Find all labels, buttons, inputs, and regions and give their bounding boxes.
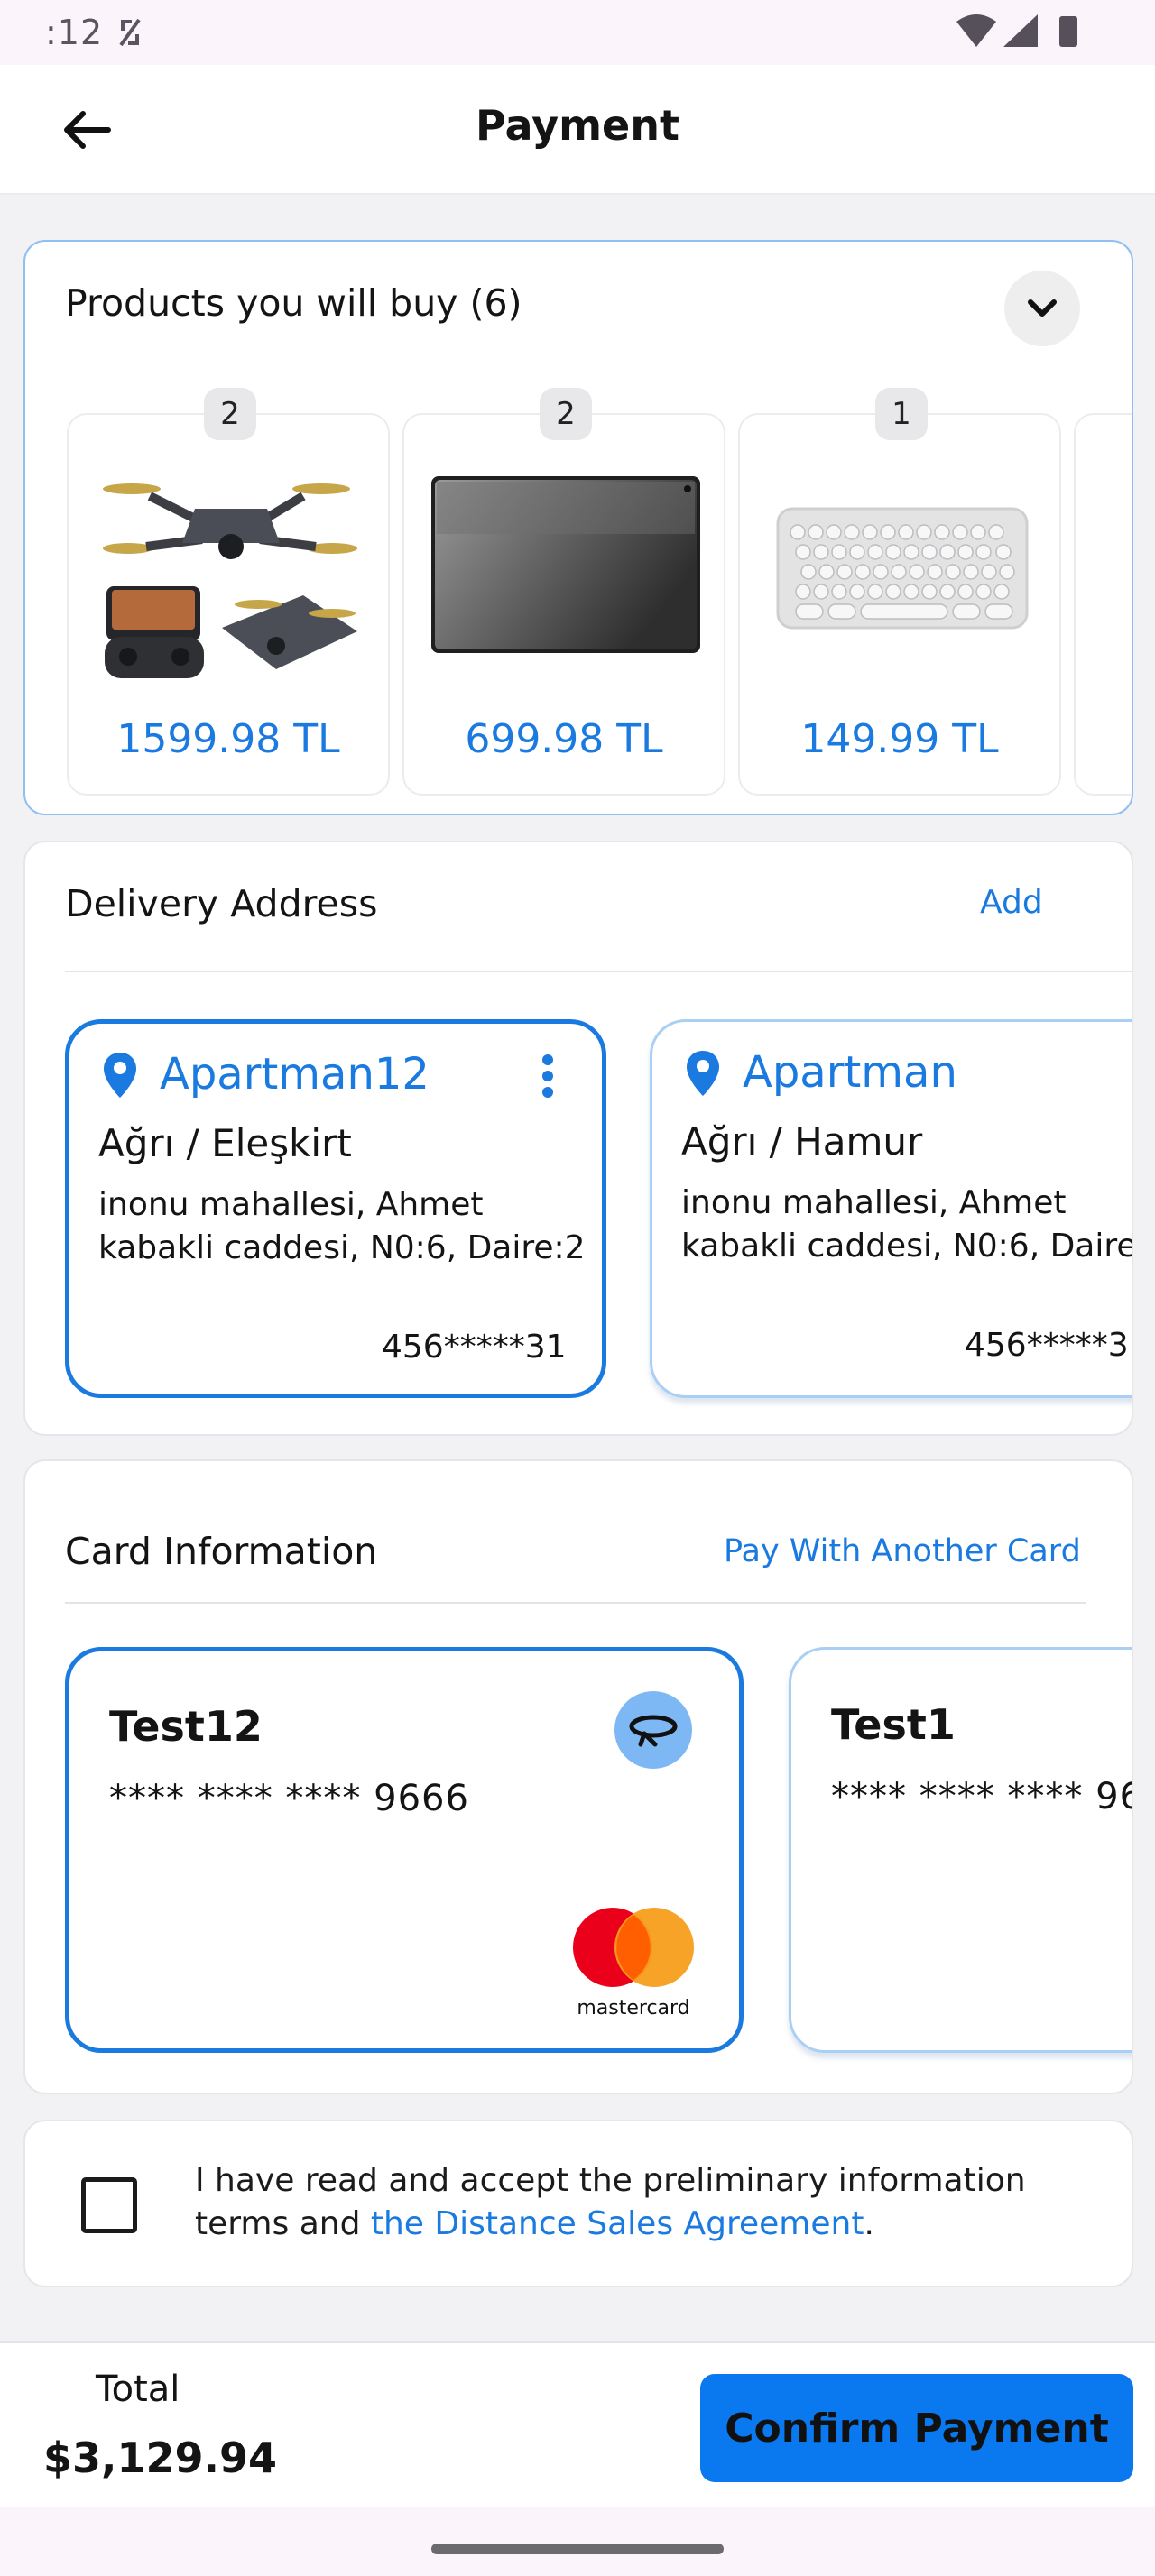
system-navigation-bar — [0, 2507, 1155, 2576]
agreement-text-after: . — [864, 2205, 874, 2242]
quantity-badge: 2 — [204, 388, 256, 440]
card-name: Test1 — [831, 1700, 956, 1749]
address-phone: 456*****31 — [382, 1329, 567, 1366]
divider — [65, 1602, 1086, 1604]
product-price: 1599.98 TL — [116, 716, 340, 762]
quantity-badge: 2 — [540, 388, 592, 440]
address-card[interactable]: Apartman Ağrı / Hamur inonu mahallesi, A… — [650, 1019, 1133, 1398]
sync-icon — [119, 18, 141, 47]
keyboard-image — [776, 507, 1029, 630]
product-card[interactable]: 2 699.98 TL — [402, 388, 725, 796]
address-name: Apartman12 — [160, 1049, 430, 1099]
product-price: 699.98 TL — [465, 716, 663, 762]
address-line-1: inonu mahallesi, Ahmet — [98, 1186, 484, 1223]
agreement-checkbox[interactable] — [81, 2177, 137, 2233]
status-time: :12 — [45, 13, 104, 52]
payment-card[interactable]: Test1 **** **** **** 9666 — [789, 1647, 1132, 2053]
delivery-title: Delivery Address — [65, 882, 378, 925]
quantity-badge: 1 — [875, 388, 928, 440]
collapse-products-button[interactable] — [1004, 271, 1080, 346]
address-line-2: kabakli caddesi, N0:6, Daire:2 — [681, 1228, 1133, 1265]
products-title: Products you will buy (6) — [65, 281, 522, 325]
delivery-address-section: Delivery Address Add Apartman12 Ağrı / E… — [23, 841, 1133, 1436]
svg-text:mastercard: mastercard — [577, 1997, 689, 2019]
address-city: Ağrı / Eleşkirt — [98, 1121, 352, 1165]
product-card[interactable]: 1 149.99 TL — [738, 388, 1061, 796]
mastercard-logo: mastercard — [573, 1908, 694, 2019]
card-number: **** **** **** 9666 — [831, 1776, 1132, 1817]
card-name: Test12 — [109, 1702, 263, 1751]
pay-with-another-card-link[interactable]: Pay With Another Card — [724, 1533, 1081, 1569]
location-pin-icon — [687, 1051, 719, 1096]
confirm-payment-button[interactable]: Confirm Payment — [700, 2374, 1133, 2482]
address-phone: 456*****31 — [965, 1327, 1133, 1364]
home-indicator[interactable] — [431, 2544, 724, 2554]
card-number: **** **** **** 9666 — [109, 1778, 469, 1819]
agreement-section: I have read and accept the preliminary i… — [23, 2120, 1133, 2287]
total-value: $3,129.94 — [43, 2433, 277, 2482]
location-pin-icon — [104, 1053, 136, 1098]
add-address-link[interactable]: Add — [980, 884, 1043, 921]
card-information-section: Card Information Pay With Another Card T… — [23, 1459, 1133, 2094]
drone-image — [103, 483, 357, 678]
status-bar: :12 — [0, 0, 1155, 65]
rotate-icon — [629, 1715, 678, 1747]
product-price: 149.99 TL — [800, 716, 999, 762]
address-city: Ağrı / Hamur — [681, 1119, 923, 1164]
card-information-title: Card Information — [65, 1530, 378, 1573]
address-line-1: inonu mahallesi, Ahmet — [681, 1184, 1067, 1221]
more-vertical-icon[interactable] — [530, 1049, 566, 1103]
distance-sales-agreement-link[interactable]: the Distance Sales Agreement — [371, 2205, 864, 2242]
page-title: Payment — [476, 101, 679, 150]
address-card-selected[interactable]: Apartman12 Ağrı / Eleşkirt inonu mahalle… — [65, 1019, 606, 1398]
product-card[interactable] — [1074, 413, 1132, 796]
address-name: Apartman — [743, 1047, 957, 1098]
signal-icon — [1003, 14, 1038, 47]
divider — [65, 971, 1132, 972]
flip-card-button[interactable] — [614, 1691, 692, 1769]
tablet-image — [431, 476, 700, 653]
total-label: Total — [96, 2369, 180, 2410]
app-header: Payment — [0, 65, 1155, 195]
payment-card-selected[interactable]: Test12 **** **** **** 9666 mastercard — [65, 1647, 744, 2053]
address-line-2: kabakli caddesi, N0:6, Daire:2 — [98, 1229, 586, 1266]
product-card[interactable]: 2 1599.98 TL — [67, 388, 390, 796]
checkout-bar: Total $3,129.94 Confirm Payment — [0, 2341, 1155, 2507]
status-icons — [956, 14, 1077, 47]
wifi-icon — [956, 14, 996, 47]
products-section: Products you will buy (6) 2 1599.98 TL 2… — [23, 240, 1133, 815]
chevron-down-icon — [1028, 299, 1057, 317]
battery-icon — [1059, 16, 1077, 47]
agreement-text: I have read and accept the preliminary i… — [195, 2159, 1097, 2246]
